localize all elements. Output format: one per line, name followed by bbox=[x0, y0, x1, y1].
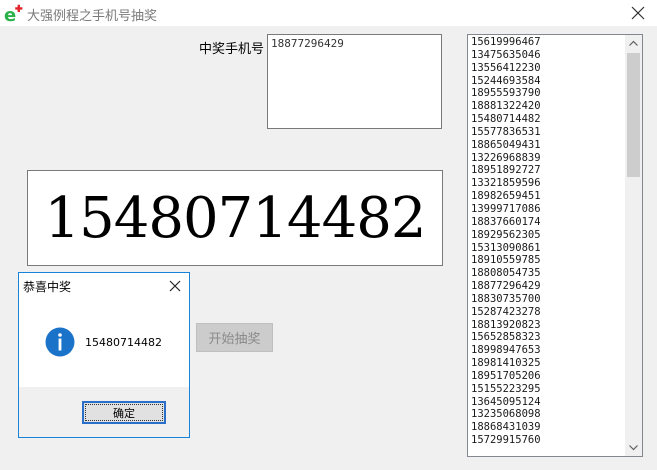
title-bar: e 大强例程之手机号抽奖 bbox=[0, 0, 657, 26]
phone-list-item[interactable]: 15619996467 bbox=[471, 36, 623, 49]
phone-list-item[interactable]: 15577836531 bbox=[471, 126, 623, 139]
chevron-down-icon[interactable] bbox=[625, 439, 642, 456]
scrollbar-thumb[interactable] bbox=[627, 53, 640, 177]
phone-list-item[interactable]: 15287423278 bbox=[471, 306, 623, 319]
start-draw-button[interactable]: 开始抽奖 bbox=[196, 323, 273, 352]
phone-list-item[interactable]: 13999717086 bbox=[471, 203, 623, 216]
dialog-body: 15480714482 bbox=[19, 297, 189, 387]
dialog-title: 恭喜中奖 bbox=[23, 280, 72, 294]
window-title: 大强例程之手机号抽奖 bbox=[27, 9, 158, 24]
ok-button[interactable]: 确定 bbox=[82, 401, 166, 424]
phone-list-item[interactable]: 15729915760 bbox=[471, 434, 623, 447]
phone-list-item[interactable]: 15313090861 bbox=[471, 242, 623, 255]
phone-list-item[interactable]: 13235068098 bbox=[471, 408, 623, 421]
winner-label: 中奖手机号 bbox=[199, 42, 265, 57]
phone-list-item[interactable]: 18808054735 bbox=[471, 267, 623, 280]
phone-list-item[interactable]: 18982659451 bbox=[471, 190, 623, 203]
phone-list-item[interactable]: 18813920823 bbox=[471, 319, 623, 332]
vertical-scrollbar[interactable] bbox=[625, 35, 642, 456]
phone-list-item[interactable]: 13475635046 bbox=[471, 49, 623, 62]
app-icon: e bbox=[4, 4, 23, 24]
phone-list-item[interactable]: 18837660174 bbox=[471, 216, 623, 229]
phone-list-item[interactable]: 18951892727 bbox=[471, 164, 623, 177]
dialog-title-bar: 恭喜中奖 bbox=[19, 273, 189, 297]
phone-list-item[interactable]: 18830735700 bbox=[471, 293, 623, 306]
phone-list-item[interactable]: 15155223295 bbox=[471, 383, 623, 396]
phone-list-item[interactable]: 18955593790 bbox=[471, 87, 623, 100]
info-icon bbox=[45, 327, 75, 357]
rolling-number: 15480714482 bbox=[44, 185, 427, 251]
close-icon[interactable] bbox=[169, 280, 181, 292]
chevron-up-icon[interactable] bbox=[625, 35, 642, 52]
phone-list-item[interactable]: 18981410325 bbox=[471, 357, 623, 370]
phone-list-item[interactable]: 13645095124 bbox=[471, 396, 623, 409]
phone-list-item[interactable]: 15652858323 bbox=[471, 331, 623, 344]
close-icon[interactable] bbox=[631, 6, 645, 20]
start-draw-label: 开始抽奖 bbox=[208, 332, 261, 347]
phone-list-item[interactable]: 18998947653 bbox=[471, 344, 623, 357]
svg-text:e: e bbox=[4, 5, 16, 24]
phone-list-item[interactable]: 13556412230 bbox=[471, 62, 623, 75]
phone-list: 15619996467 13475635046 13556412230 1524469… bbox=[471, 36, 623, 447]
phone-list-item[interactable]: 18929562305 bbox=[471, 229, 623, 242]
phone-list-item[interactable]: 18865049431 bbox=[471, 139, 623, 152]
dialog-message: 15480714482 bbox=[85, 336, 162, 349]
ok-button-label: 确定 bbox=[113, 406, 135, 420]
phone-listbox[interactable]: 15619996467 13475635046 13556412230 1524469… bbox=[467, 34, 643, 457]
phone-list-item[interactable]: 18868431039 bbox=[471, 421, 623, 434]
winner-textbox[interactable]: 18877296429 bbox=[267, 34, 442, 129]
phone-list-item[interactable]: 18881322420 bbox=[471, 100, 623, 113]
congrats-dialog: 恭喜中奖 15480714482 确定 bbox=[18, 272, 190, 438]
phone-list-item[interactable]: 15244693584 bbox=[471, 75, 623, 88]
phone-list-item[interactable]: 15480714482 bbox=[471, 113, 623, 126]
rolling-number-display: 15480714482 bbox=[27, 170, 443, 266]
phone-list-item[interactable]: 13321859596 bbox=[471, 177, 623, 190]
phone-list-item[interactable]: 18910559785 bbox=[471, 254, 623, 267]
phone-list-item[interactable]: 18877296429 bbox=[471, 280, 623, 293]
phone-list-item[interactable]: 13226968839 bbox=[471, 152, 623, 165]
phone-list-item[interactable]: 18951705206 bbox=[471, 370, 623, 383]
